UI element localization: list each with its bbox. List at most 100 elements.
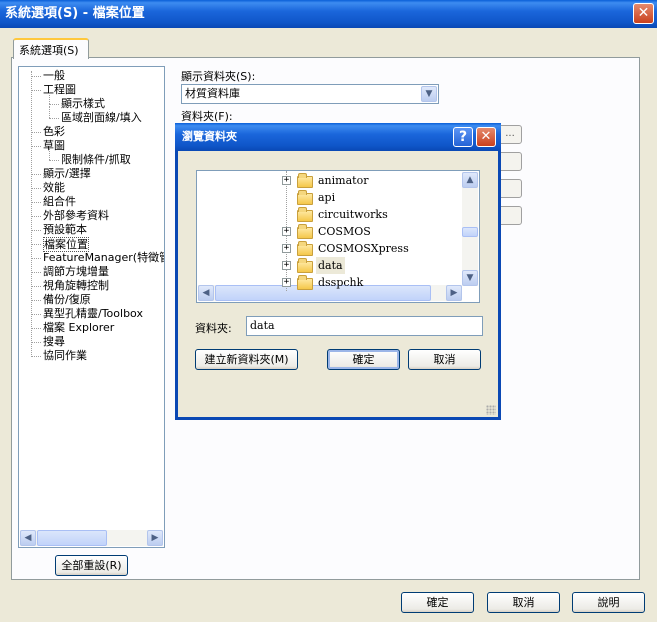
folder-item[interactable]: + animator bbox=[197, 172, 462, 189]
move-down-button[interactable] bbox=[498, 179, 522, 198]
delete-button[interactable] bbox=[498, 206, 522, 225]
cancel-button[interactable]: 取消 bbox=[487, 592, 560, 613]
tree-connector-line bbox=[31, 342, 41, 343]
folder-icon bbox=[297, 173, 313, 188]
help-button[interactable]: 說明 bbox=[572, 592, 645, 613]
tree-connector-line bbox=[31, 314, 41, 315]
folder-vertical-scrollbar[interactable]: ▲ ▼ bbox=[462, 172, 478, 286]
tree-item[interactable]: 效能 bbox=[43, 181, 65, 194]
tree-item[interactable]: 外部參考資料 bbox=[43, 209, 109, 222]
show-folder-select[interactable]: 材質資料庫 ▼ bbox=[181, 84, 439, 104]
scroll-up-icon[interactable]: ▲ bbox=[462, 172, 478, 188]
tree-connector-line bbox=[49, 104, 59, 105]
tree-connector-line bbox=[31, 132, 41, 133]
expand-plus-icon[interactable]: + bbox=[282, 278, 291, 287]
tree-connector-line bbox=[49, 118, 59, 119]
window-title: 系統選項(S) - 檔案位置 bbox=[5, 6, 145, 21]
folder-icon bbox=[297, 258, 313, 273]
tree-item[interactable]: 限制條件/抓取 bbox=[61, 153, 131, 166]
scroll-thumb[interactable] bbox=[37, 530, 107, 546]
folder-name: COSMOSXpress bbox=[318, 242, 409, 255]
folder-item[interactable]: + dsspchk bbox=[197, 274, 462, 291]
reset-all-button[interactable]: 全部重設(R) bbox=[55, 555, 128, 576]
options-tree[interactable]: ◀ ▶ 一般 工程圖 顯示樣式 區域剖面線/填入 色彩 草圖 限制條件/抓取 顯示/選擇 效能組… bbox=[18, 66, 165, 548]
folder-icon bbox=[297, 207, 313, 222]
window-close-button[interactable]: ✕ bbox=[633, 3, 654, 24]
tree-item[interactable]: 檔案位置 bbox=[43, 237, 89, 252]
tree-connector-line bbox=[31, 230, 41, 231]
folder-item[interactable]: circuitworks bbox=[197, 206, 462, 223]
help-icon[interactable]: ? bbox=[453, 127, 473, 147]
tree-item[interactable]: 顯示樣式 bbox=[61, 97, 105, 110]
expand-plus-icon[interactable]: + bbox=[282, 261, 291, 270]
tree-item[interactable]: 草圖 bbox=[43, 139, 65, 152]
scroll-down-icon[interactable]: ▼ bbox=[462, 270, 478, 286]
dialog-folder-input[interactable]: data bbox=[246, 316, 483, 336]
browse-button[interactable]: ... bbox=[498, 125, 522, 144]
tree-item[interactable]: 區域剖面線/填入 bbox=[61, 111, 142, 124]
tree-item[interactable]: 搜尋 bbox=[43, 335, 65, 348]
folder-icon bbox=[297, 190, 313, 205]
tree-connector-line bbox=[49, 106, 50, 118]
tree-item[interactable]: 調節方塊增量 bbox=[43, 265, 109, 278]
tree-item[interactable]: 視角旋轉控制 bbox=[43, 279, 109, 292]
tree-connector-line bbox=[31, 76, 41, 77]
tree-connector-line bbox=[31, 90, 41, 91]
resize-grip-icon[interactable] bbox=[486, 405, 496, 415]
tree-item[interactable]: 組合件 bbox=[43, 195, 76, 208]
tree-connector-line bbox=[49, 92, 50, 104]
new-folder-button[interactable]: 建立新資料夾(M) bbox=[195, 349, 298, 370]
tab-label: 系統選項(S) bbox=[19, 44, 79, 57]
tree-connector-line bbox=[31, 272, 41, 273]
dialog-ok-button[interactable]: 確定 bbox=[327, 349, 400, 370]
tree-item[interactable]: 備份/復原 bbox=[43, 293, 91, 306]
tree-item[interactable]: 顯示/選擇 bbox=[43, 167, 91, 180]
folder-icon bbox=[297, 241, 313, 256]
tree-connector-line bbox=[31, 356, 41, 357]
dialog-close-icon[interactable]: ✕ bbox=[476, 127, 496, 147]
tree-item[interactable]: 預設範本 bbox=[43, 223, 87, 236]
folder-label: 資料夾(F): bbox=[181, 110, 233, 123]
folder-item[interactable]: + COSMOSXpress bbox=[197, 240, 462, 257]
tab-system-options[interactable]: 系統選項(S) bbox=[13, 38, 89, 59]
folder-name: animator bbox=[318, 174, 369, 187]
window-titlebar: 系統選項(S) - 檔案位置 ✕ bbox=[0, 0, 657, 28]
folder-item[interactable]: + COSMOS bbox=[197, 223, 462, 240]
tree-horizontal-scrollbar[interactable]: ◀ ▶ bbox=[20, 530, 163, 546]
tree-item[interactable]: 工程圖 bbox=[43, 83, 76, 96]
dialog-titlebar: 瀏覽資料夾 ? ✕ bbox=[175, 123, 501, 151]
tree-item[interactable]: FeatureManager(特徵管理 bbox=[43, 251, 164, 264]
folder-item[interactable]: + data bbox=[197, 257, 462, 274]
tree-item[interactable]: 協同作業 bbox=[43, 349, 87, 362]
tree-connector-line bbox=[31, 328, 41, 329]
scroll-right-icon[interactable]: ▶ bbox=[147, 530, 163, 546]
dialog-folder-label: 資料夾: bbox=[195, 322, 232, 335]
folder-item[interactable]: api bbox=[197, 189, 462, 206]
folder-tree[interactable]: ▲ ▼ ◀ ▶ + animator api circuitworks + COSMOS +… bbox=[196, 170, 480, 303]
move-up-button[interactable] bbox=[498, 152, 522, 171]
tree-connector-line bbox=[31, 216, 41, 217]
tree-connector-line bbox=[31, 244, 41, 245]
show-folder-value: 材質資料庫 bbox=[185, 87, 240, 100]
expand-plus-icon[interactable]: + bbox=[282, 176, 291, 185]
chevron-down-icon[interactable]: ▼ bbox=[421, 86, 437, 102]
tree-item[interactable]: 檔案 Explorer bbox=[43, 321, 114, 334]
folder-name: api bbox=[318, 191, 336, 204]
tree-connector-line bbox=[31, 202, 41, 203]
tree-connector-line bbox=[31, 258, 41, 259]
tree-connector-line bbox=[31, 71, 32, 355]
scroll-thumb[interactable] bbox=[462, 227, 478, 237]
tree-item[interactable]: 異型孔精靈/Toolbox bbox=[43, 307, 143, 320]
ok-button[interactable]: 確定 bbox=[401, 592, 474, 613]
folder-name: COSMOS bbox=[318, 225, 371, 238]
show-folder-label: 顯示資料夾(S): bbox=[181, 70, 256, 83]
close-icon: ✕ bbox=[637, 5, 650, 21]
expand-plus-icon[interactable]: + bbox=[282, 244, 291, 253]
tree-connector-line bbox=[31, 146, 41, 147]
folder-icon bbox=[297, 275, 313, 290]
scroll-left-icon[interactable]: ◀ bbox=[20, 530, 36, 546]
dialog-cancel-button[interactable]: 取消 bbox=[408, 349, 481, 370]
expand-plus-icon[interactable]: + bbox=[282, 227, 291, 236]
tree-item[interactable]: 一般 bbox=[43, 69, 65, 82]
tree-item[interactable]: 色彩 bbox=[43, 125, 65, 138]
